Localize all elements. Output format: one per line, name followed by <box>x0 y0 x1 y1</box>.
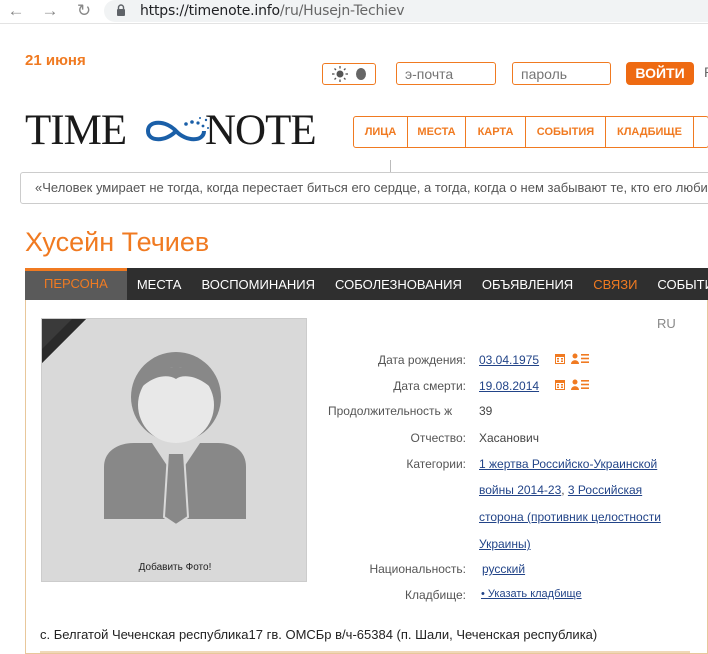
set-cemetery-link[interactable]: • Указать кладбище <box>481 588 582 600</box>
password-input[interactable] <box>512 62 611 85</box>
tab-events[interactable]: СОБЫТИЯ <box>647 268 708 300</box>
category-link[interactable]: Украины) <box>479 537 531 551</box>
calendar-icon[interactable] <box>555 353 565 364</box>
category-link[interactable]: 1 жертва Российско-Украинской <box>479 457 657 471</box>
login-button[interactable]: ВОЙТИ <box>626 62 694 85</box>
category-link[interactable]: 3 Российская <box>568 483 642 497</box>
categories-label: Категории: <box>406 457 466 471</box>
tab-memories[interactable]: ВОСПОМИНАНИЯ <box>191 268 325 300</box>
birth-date-label: Дата рождения: <box>378 353 466 367</box>
categories-line-2: войны 2014-23, 3 Российская <box>479 483 643 497</box>
category-link[interactable]: сторона (противник целостности <box>479 510 661 524</box>
nav-events[interactable]: СОБЫТИЯ <box>526 117 606 147</box>
email-input[interactable] <box>396 62 496 85</box>
current-date: 21 июня <box>25 52 86 69</box>
profile-tabs: ПЕРСОНА МЕСТА ВОСПОМИНАНИЯ СОБОЛЕЗНОВАНИ… <box>25 268 708 300</box>
nav-people[interactable]: ЛИЦА <box>354 117 408 147</box>
browser-toolbar: ← → ↻ https://timenote.info/ru/Husejn-Te… <box>0 0 708 24</box>
register-link[interactable]: Р <box>704 64 708 80</box>
page-title: Хусейн Течиев <box>25 227 210 257</box>
quote-divider <box>390 160 391 172</box>
profile-photo-placeholder[interactable]: Добавить Фото! <box>41 318 307 582</box>
reload-icon[interactable]: ↻ <box>74 1 94 21</box>
nav-cemetery[interactable]: КЛАДБИЩЕ <box>606 117 694 147</box>
death-date-link[interactable]: 19.08.2014 <box>479 379 539 393</box>
theme-toggle[interactable] <box>322 63 376 85</box>
tab-condolences[interactable]: СОБОЛЕЗНОВАНИЯ <box>325 268 472 300</box>
cemetery-label: Кладбище: <box>405 588 466 602</box>
back-arrow-icon[interactable]: ← <box>6 1 26 21</box>
burial-address: с. Белгатой Чеченская республика17 гв. О… <box>40 627 598 642</box>
lock-icon <box>117 4 125 16</box>
section-divider <box>40 651 690 653</box>
patronymic-label: Отчество: <box>410 431 467 445</box>
patronymic-value: Хасанович <box>479 431 539 445</box>
categories-line-3: сторона (противник целостности <box>479 510 661 524</box>
main-nav: ЛИЦА МЕСТА КАРТА СОБЫТИЯ КЛАДБИЩЕ <box>353 116 708 148</box>
calendar-icon[interactable] <box>555 379 565 390</box>
nationality-link[interactable]: русский <box>482 562 525 576</box>
avatar-icon <box>42 319 246 527</box>
address-bar[interactable]: https://timenote.info/ru/Husejn-Techiev <box>104 0 708 22</box>
category-link[interactable]: войны 2014-23 <box>479 483 561 497</box>
tab-announcements[interactable]: ОБЪЯВЛЕНИЯ <box>472 268 583 300</box>
categories-line-1: 1 жертва Российско-Украинской <box>479 457 657 471</box>
categories-line-4: Украины) <box>479 537 531 551</box>
life-duration-label: Продолжительность ж <box>328 404 453 418</box>
nav-places[interactable]: МЕСТА <box>408 117 466 147</box>
nationality-label: Национальность: <box>369 562 466 576</box>
tab-places[interactable]: МЕСТА <box>127 268 192 300</box>
url-text: https://timenote.info/ru/Husejn-Techiev <box>140 3 405 19</box>
nav-map[interactable]: КАРТА <box>466 117 526 147</box>
add-photo-link[interactable]: Добавить Фото! <box>42 562 306 573</box>
language-indicator[interactable]: RU <box>657 316 676 331</box>
nav-more[interactable] <box>694 117 708 147</box>
quote-banner: «Человек умирает не тогда, когда переста… <box>20 172 708 204</box>
death-date-actions <box>555 379 589 390</box>
tab-person[interactable]: ПЕРСОНА <box>25 268 127 300</box>
contact-list-icon[interactable] <box>571 353 589 364</box>
contact-list-icon[interactable] <box>571 379 589 390</box>
birth-date-actions <box>555 353 589 364</box>
tab-relations[interactable]: СВЯЗИ <box>583 268 647 300</box>
sun-icon <box>332 66 366 82</box>
birth-date-link[interactable]: 03.04.1975 <box>479 353 539 367</box>
forward-arrow-icon[interactable]: → <box>40 1 60 21</box>
life-duration-value: 39 <box>479 404 493 418</box>
death-date-label: Дата смерти: <box>393 379 466 393</box>
